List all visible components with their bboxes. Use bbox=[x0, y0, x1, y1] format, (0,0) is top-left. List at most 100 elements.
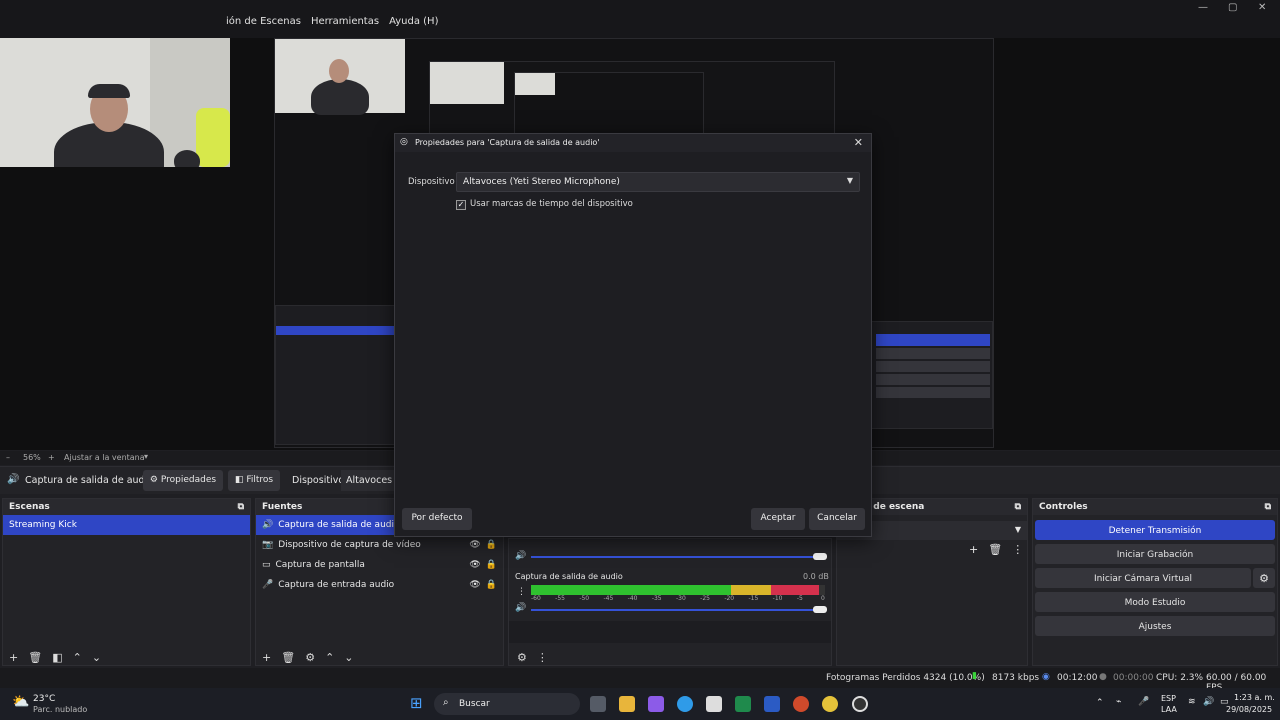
add-transition-button[interactable]: + bbox=[969, 543, 978, 556]
chevron-down-icon: ▼ bbox=[846, 176, 853, 185]
volume-slider[interactable] bbox=[531, 609, 821, 611]
move-down-button[interactable]: ⌄ bbox=[344, 651, 353, 664]
edge-icon[interactable] bbox=[677, 696, 693, 712]
eye-icon[interactable]: 👁 bbox=[469, 560, 480, 570]
mixer-tick-label: -60 bbox=[531, 595, 541, 602]
task-view-icon[interactable] bbox=[590, 696, 606, 712]
mixer-settings-icon[interactable]: ⚙ bbox=[517, 651, 527, 664]
source-item[interactable]: 📷 Dispositivo de captura de vídeo 👁 🔒 bbox=[256, 535, 503, 555]
windows-start-icon[interactable]: ⊞ bbox=[410, 694, 423, 712]
volume-slider-handle[interactable] bbox=[813, 606, 827, 613]
copilot-icon[interactable] bbox=[648, 696, 664, 712]
controls-dock: Controles ⧉ Detener Transmisión Iniciar G… bbox=[1032, 498, 1278, 666]
kebab-menu-icon[interactable]: ⋮ bbox=[1012, 543, 1023, 556]
obs-icon[interactable] bbox=[852, 696, 868, 712]
excel-icon[interactable] bbox=[735, 696, 751, 712]
properties-button[interactable]: ⚙ Propiedades bbox=[143, 470, 223, 491]
zoom-out-button[interactable]: – bbox=[6, 453, 10, 462]
lock-icon[interactable]: 🔒 bbox=[486, 560, 497, 570]
volume-icon[interactable]: 🔊 bbox=[1203, 697, 1214, 707]
scene-item-streaming-kick[interactable]: Streaming Kick bbox=[3, 515, 250, 535]
move-up-button[interactable]: ⌃ bbox=[325, 651, 334, 664]
word-icon[interactable] bbox=[764, 696, 780, 712]
remove-transition-button[interactable]: 🗑 bbox=[988, 543, 1002, 556]
volume-slider-handle[interactable] bbox=[813, 553, 827, 560]
chevron-down-icon[interactable]: ▾ bbox=[144, 452, 148, 461]
microphone-icon[interactable]: 🎤 bbox=[1138, 697, 1149, 707]
mixer-tick-label: -20 bbox=[724, 595, 735, 602]
store-icon[interactable] bbox=[706, 696, 722, 712]
start-recording-button[interactable]: Iniciar Grabación bbox=[1035, 544, 1275, 564]
clock-date[interactable]: 29/08/2025 bbox=[1226, 705, 1272, 714]
timestamps-label[interactable]: Usar marcas de tiempo del dispositivo bbox=[470, 199, 633, 209]
bitrate: 8173 kbps bbox=[992, 673, 1040, 683]
eye-icon[interactable]: 👁 bbox=[469, 540, 480, 550]
cancel-button[interactable]: Cancelar bbox=[809, 508, 865, 530]
source-properties-button[interactable]: ⚙ bbox=[305, 651, 315, 664]
menu-item-help[interactable]: Ayuda (H) bbox=[389, 16, 438, 27]
mixer-tick-label: -45 bbox=[603, 595, 614, 602]
chrome-icon[interactable] bbox=[822, 696, 838, 712]
remove-scene-button[interactable]: 🗑 bbox=[28, 651, 42, 664]
undock-icon[interactable]: ⧉ bbox=[1015, 502, 1021, 512]
weather-temp: 23°C bbox=[33, 694, 56, 704]
clock-time[interactable]: 1:23 a. m. bbox=[1234, 693, 1275, 702]
webcam-feed bbox=[0, 38, 230, 167]
minimize-button[interactable]: — bbox=[1198, 2, 1208, 13]
kebab-menu-icon[interactable]: ⋮ bbox=[537, 651, 548, 664]
studio-mode-button[interactable]: Modo Estudio bbox=[1035, 592, 1275, 612]
nested-webcam-2 bbox=[430, 62, 504, 104]
source-item[interactable]: ▭ Captura de pantalla 👁 🔒 bbox=[256, 555, 503, 575]
scene-filters-button[interactable]: ◧ bbox=[52, 651, 62, 664]
stop-stream-button[interactable]: Detener Transmisión bbox=[1035, 520, 1275, 540]
defaults-button[interactable]: Por defecto bbox=[402, 508, 472, 530]
timestamps-checkbox[interactable]: ✓ bbox=[456, 200, 466, 210]
taskbar-search[interactable]: ⌕ Buscar bbox=[434, 693, 580, 715]
monitor-icon: ▭ bbox=[262, 560, 271, 570]
speaker-icon[interactable]: 🔊 bbox=[515, 603, 526, 613]
network-off-icon[interactable]: ⌁ bbox=[1116, 697, 1121, 707]
start-virtual-camera-button[interactable]: Iniciar Cámara Virtual bbox=[1035, 568, 1251, 588]
weather-icon: ⛅ bbox=[12, 694, 30, 710]
close-button[interactable]: ✕ bbox=[1258, 2, 1266, 13]
add-source-button[interactable]: + bbox=[262, 651, 271, 664]
settings-button[interactable]: Ajustes bbox=[1035, 616, 1275, 636]
filters-button[interactable]: ◧ Filtros bbox=[228, 470, 280, 491]
kebab-menu-icon[interactable]: ⋮ bbox=[517, 587, 526, 597]
check-icon: ✓ bbox=[457, 200, 465, 209]
maximize-button[interactable]: ▢ bbox=[1228, 2, 1237, 13]
language-top[interactable]: ESP bbox=[1161, 694, 1176, 703]
language-bottom[interactable]: LAA bbox=[1161, 705, 1177, 714]
device-select[interactable]: Altavoces (Yeti Stereo Microphone) ▼ bbox=[456, 172, 860, 192]
file-explorer-icon[interactable] bbox=[619, 696, 635, 712]
mixer-tick-label: 0 bbox=[821, 595, 825, 602]
undock-icon[interactable]: ⧉ bbox=[238, 502, 244, 512]
menu-item-tools[interactable]: Herramientas bbox=[311, 16, 379, 27]
wifi-icon[interactable]: ≋ bbox=[1188, 697, 1196, 707]
move-down-button[interactable]: ⌄ bbox=[92, 651, 101, 664]
move-up-button[interactable]: ⌃ bbox=[73, 651, 82, 664]
selected-source-name: Captura de salida de audio bbox=[25, 475, 154, 486]
nested-controls-dock bbox=[871, 321, 993, 429]
lock-icon[interactable]: 🔒 bbox=[486, 540, 497, 550]
add-scene-button[interactable]: + bbox=[9, 651, 18, 664]
remove-source-button[interactable]: 🗑 bbox=[281, 651, 295, 664]
lock-icon[interactable]: 🔒 bbox=[486, 580, 497, 590]
zoom-fit-dropdown[interactable]: Ajustar a la ventana bbox=[64, 453, 145, 462]
source-item[interactable]: 🎤 Captura de entrada audio 👁 🔒 bbox=[256, 575, 503, 595]
virtual-camera-settings-button[interactable]: ⚙ bbox=[1253, 568, 1275, 588]
menu-item-scene-collection[interactable]: ión de Escenas bbox=[226, 16, 301, 27]
volume-slider[interactable] bbox=[531, 556, 821, 558]
undock-icon[interactable]: ⧉ bbox=[1265, 502, 1271, 512]
eye-icon[interactable]: 👁 bbox=[469, 580, 480, 590]
toolbar-device-select[interactable]: Altavoces (Ye bbox=[341, 470, 395, 491]
speaker-icon[interactable]: 🔊 bbox=[515, 551, 526, 561]
obs-logo-icon: ◎ bbox=[400, 137, 408, 147]
zoom-in-button[interactable]: + bbox=[48, 453, 55, 462]
tray-chevron-up-icon[interactable]: ⌃ bbox=[1096, 698, 1104, 708]
close-icon[interactable]: ✕ bbox=[854, 136, 863, 149]
status-bar: Fotogramas Perdidos 4324 (10.0%) ▮ 8173 … bbox=[0, 668, 1280, 693]
powerpoint-icon[interactable] bbox=[793, 696, 809, 712]
ok-button[interactable]: Aceptar bbox=[751, 508, 805, 530]
mixer-tick-label: -25 bbox=[700, 595, 710, 602]
